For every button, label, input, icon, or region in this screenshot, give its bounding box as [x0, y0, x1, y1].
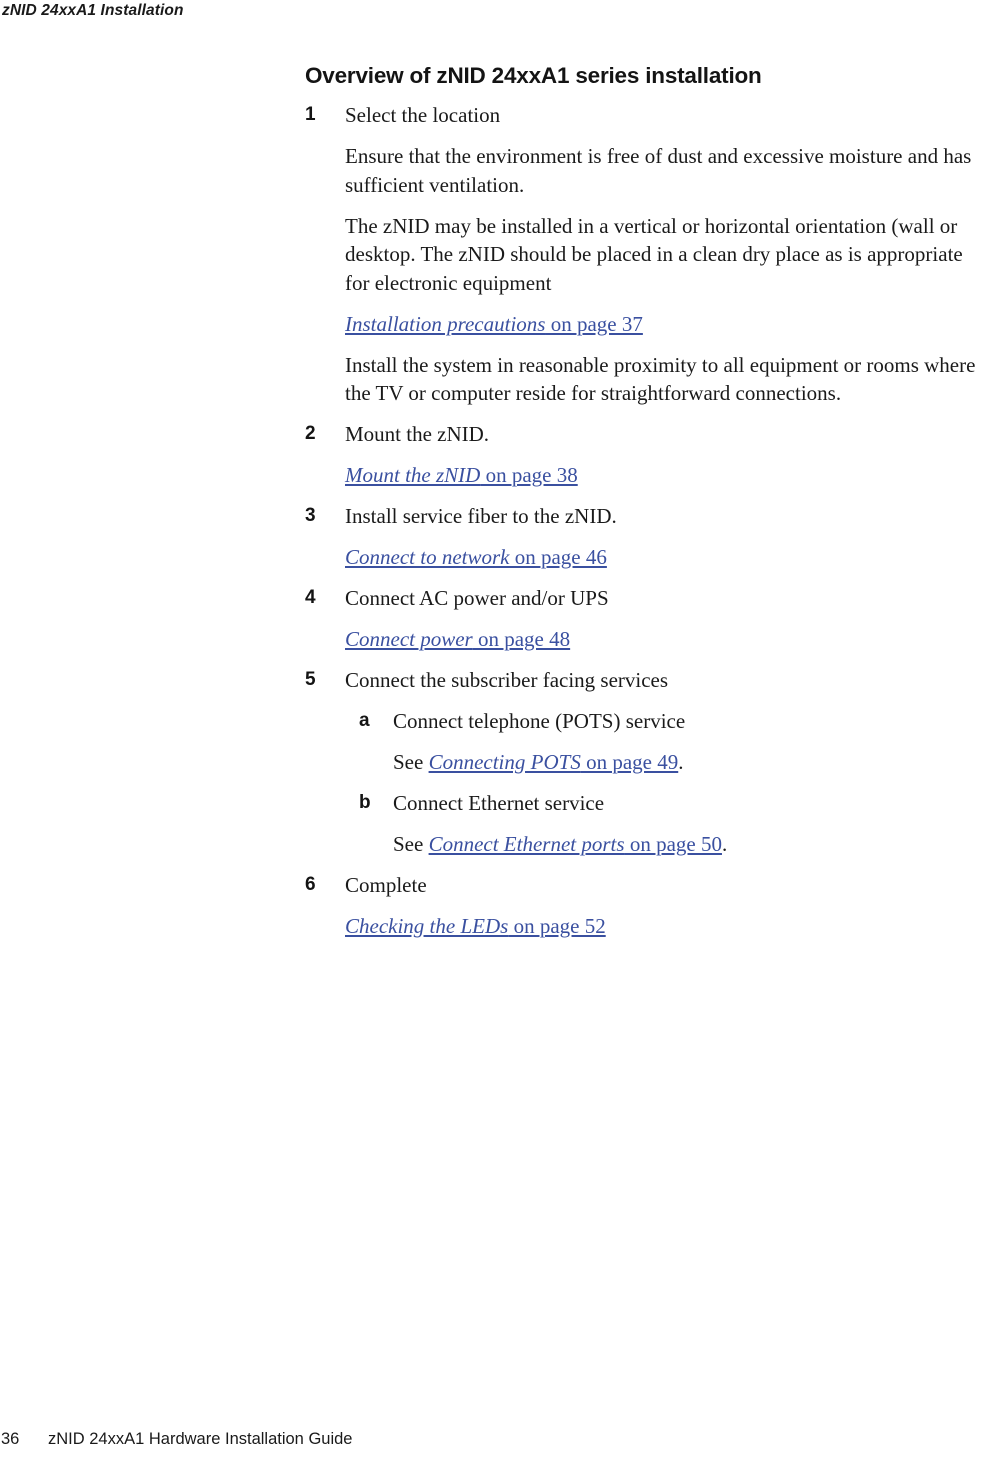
cross-reference-line: See Connecting POTS on page 49.	[393, 748, 977, 777]
page-title: Overview of zNID 24xxA1 series installat…	[305, 63, 762, 88]
step-number: 5	[305, 669, 316, 690]
cross-reference-link[interactable]: Connect power on page 48	[345, 627, 570, 651]
cross-reference-link[interactable]: Connect Ethernet ports on page 50	[429, 832, 722, 856]
step-item: 4 Connect AC power and/or UPS Connect po…	[305, 584, 977, 654]
xref-period: .	[721, 832, 728, 856]
step-number: 6	[305, 874, 316, 895]
step-number: 4	[305, 587, 316, 608]
step-text: Mount the zNID.	[345, 422, 490, 446]
cross-reference-link[interactable]: Installation precautions on page 37	[345, 312, 643, 336]
step-number: 2	[305, 423, 316, 444]
step-number: 1	[305, 104, 316, 125]
xref-suffix: on page 50	[624, 832, 722, 856]
substep-letter: a	[359, 710, 370, 731]
footer-guide-title: zNID 24xxA1 Hardware Installation Guide	[48, 1430, 353, 1448]
step-text: Connect AC power and/or UPS	[345, 586, 609, 610]
cross-reference-link[interactable]: Connect to network on page 46	[345, 545, 607, 569]
page-content: Overview of zNID 24xxA1 series installat…	[305, 62, 977, 953]
document-page: zNID 24xxA1 Installation Overview of zNI…	[0, 0, 1001, 1458]
step-item: 3 Install service fiber to the zNID. Con…	[305, 502, 977, 572]
xref-title: Connect Ethernet ports	[428, 832, 625, 856]
xref-period: .	[678, 750, 684, 774]
cross-reference-link[interactable]: Mount the zNID on page 38	[345, 463, 578, 487]
cross-reference-line: Connect power on page 48	[345, 625, 977, 654]
running-header: zNID 24xxA1 Installation	[2, 2, 184, 19]
xref-suffix: on page 48	[472, 627, 571, 651]
substep-text: Connect Ethernet service	[393, 791, 605, 815]
xref-suffix: on page 49	[580, 750, 679, 774]
cross-reference-line: Installation precautions on page 37	[345, 310, 977, 339]
xref-lead: See	[393, 832, 429, 856]
substep-text: Connect telephone (POTS) service	[393, 709, 686, 733]
xref-suffix: on page 52	[508, 914, 606, 938]
step-paragraph: The zNID may be installed in a vertical …	[345, 213, 963, 295]
cross-reference-line: Mount the zNID on page 38	[345, 461, 977, 490]
xref-title: Connecting POTS	[428, 750, 581, 774]
step-text: Install service fiber to the zNID.	[345, 504, 617, 528]
substep-letter: b	[359, 792, 371, 813]
cross-reference-line: Connect to network on page 46	[345, 543, 977, 572]
cross-reference-link[interactable]: Connecting POTS on page 49	[429, 750, 679, 774]
xref-suffix: on page 46	[509, 545, 607, 569]
xref-title: Installation precautions	[345, 311, 546, 336]
cross-reference-line: Checking the LEDs on page 52	[345, 912, 977, 941]
substep-item: b Connect Ethernet service See Connect E…	[359, 789, 977, 859]
step-text: Connect the subscriber facing services	[345, 668, 669, 692]
installation-steps-list: 1 Select the location Ensure that the en…	[305, 101, 977, 941]
footer-page-number: 36	[1, 1430, 20, 1448]
step-item: 5 Connect the subscriber facing services…	[305, 666, 977, 859]
cross-reference-line: See Connect Ethernet ports on page 50.	[393, 830, 977, 859]
step-paragraph: Ensure that the environment is free of d…	[345, 144, 972, 197]
xref-suffix: on page 37	[545, 311, 643, 336]
substep-item: a Connect telephone (POTS) service See C…	[359, 707, 977, 777]
step-item: 1 Select the location Ensure that the en…	[305, 101, 977, 408]
step-item: 2 Mount the zNID. Mount the zNID on page…	[305, 420, 977, 490]
xref-title: Connect to network	[345, 545, 510, 569]
xref-suffix: on page 38	[480, 463, 578, 487]
step-text: Select the location	[345, 103, 501, 127]
page-footer: 36 zNID 24xxA1 Hardware Installation Gui…	[0, 1426, 1001, 1452]
substeps-list: a Connect telephone (POTS) service See C…	[345, 707, 977, 859]
step-text: Complete	[345, 873, 427, 897]
xref-lead: See	[393, 750, 429, 774]
xref-title: Mount the zNID	[345, 463, 481, 487]
step-item: 6 Complete Checking the LEDs on page 52	[305, 871, 977, 941]
xref-title: Connect power	[345, 627, 473, 651]
xref-title: Checking the LEDs	[345, 914, 509, 938]
cross-reference-link[interactable]: Checking the LEDs on page 52	[345, 914, 606, 938]
step-number: 3	[305, 505, 316, 526]
step-paragraph: Install the system in reasonable proximi…	[345, 352, 976, 406]
